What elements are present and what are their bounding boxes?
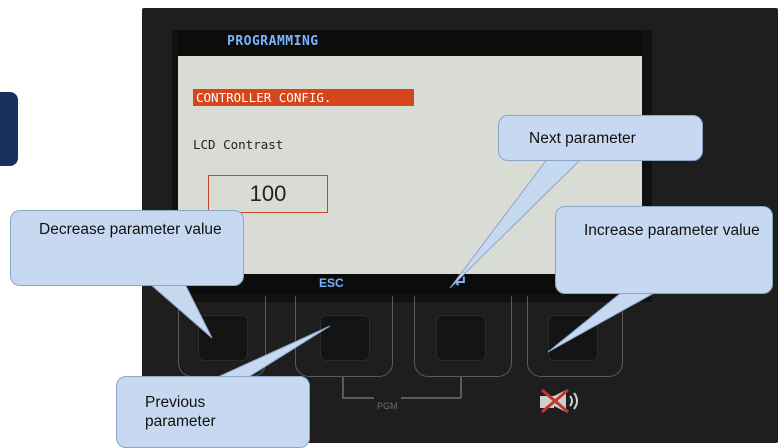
callout-increase: Increase parameter value: [555, 206, 773, 294]
callout-previous: Previous parameter: [116, 376, 310, 448]
callout-next: Next parameter: [498, 115, 703, 161]
callout-decrease: Decrease parameter value: [10, 210, 244, 286]
annotated-controller-figure: PROGRAMMING CONTROLLER CONFIG. LCD Contr…: [0, 0, 778, 448]
